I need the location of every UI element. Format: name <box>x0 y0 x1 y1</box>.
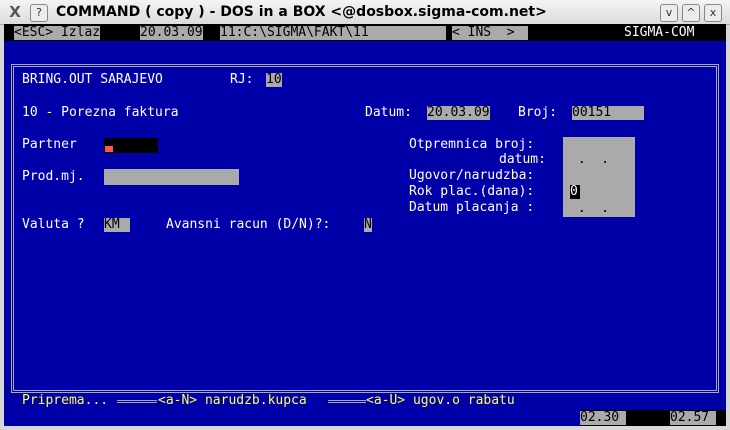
ins-indicator: < INS > <box>452 26 528 40</box>
window-menu-button[interactable]: ? <box>30 4 48 22</box>
datum-placanja-label: Datum placanja : <box>409 200 535 215</box>
window-title: COMMAND ( copy ) - DOS in a BOX <@dosbox… <box>56 4 547 20</box>
otpremnica-datum-label: datum: <box>499 152 546 167</box>
minimize-button[interactable]: v <box>660 4 678 22</box>
valuta-label: Valuta ? <box>22 217 85 232</box>
narudzba-hotkey[interactable]: <a-N> narudzb.kupca <box>158 394 307 408</box>
broj-label: Broj: <box>518 105 558 120</box>
status-path: 11:C:\SIGMA\FAKT\11 <box>220 26 446 40</box>
dos-screen[interactable]: <ESC> Izlaz 20.03.09 11:C:\SIGMA\FAKT\11… <box>4 24 726 426</box>
app-icon: X <box>9 3 21 21</box>
avans-label: Avansni racun (D/N)?: <box>166 217 331 232</box>
ugovor-label: Ugovor/narudzba: <box>409 168 535 183</box>
company-name: SIGMA-COM <box>624 25 695 40</box>
datum-field[interactable]: 20.03.09 <box>427 106 490 120</box>
rj-field[interactable]: 10 <box>266 73 282 87</box>
otpremnica-datum-field[interactable]: . . <box>570 153 609 167</box>
status-date: 20.03.09 <box>140 25 203 40</box>
close-button[interactable]: x <box>704 4 722 22</box>
text-cursor <box>105 146 113 152</box>
valuta-field[interactable]: KM <box>104 218 130 232</box>
avans-field[interactable]: N <box>364 218 372 232</box>
firm-name: BRING.OUT SARAJEVO <box>22 72 163 87</box>
rj-label: RJ: <box>230 72 254 87</box>
rok-placanja-field[interactable]: 0 <box>570 185 580 199</box>
rok-placanja-label: Rok plac.(dana): <box>409 184 535 199</box>
datum-label: Datum: <box>365 105 412 120</box>
footer-divider <box>328 400 366 403</box>
footer-divider <box>117 400 157 403</box>
otpremnica-label: Otpremnica broj: <box>409 137 535 152</box>
document-type: 10 - Porezna faktura <box>22 105 179 120</box>
priprema-label: Priprema... <box>22 393 109 408</box>
esc-exit-hint[interactable]: <ESC> Izlaz <box>14 26 101 40</box>
broj-field[interactable]: 00151 <box>572 106 644 120</box>
time-display-1: 02.30 <box>580 411 626 425</box>
ugovor-hotkey[interactable]: <a-U> ugov.o rabatu <box>366 394 515 408</box>
window-titlebar: X ? COMMAND ( copy ) - DOS in a BOX <@do… <box>0 0 730 25</box>
datum-placanja-field[interactable]: . . <box>570 202 609 216</box>
time-display-2: 02.57 <box>670 411 716 425</box>
prodmj-label: Prod.mj. <box>22 169 85 184</box>
partner-label: Partner <box>22 137 77 152</box>
prodmj-field[interactable] <box>104 169 239 185</box>
maximize-button[interactable]: ^ <box>682 4 700 22</box>
